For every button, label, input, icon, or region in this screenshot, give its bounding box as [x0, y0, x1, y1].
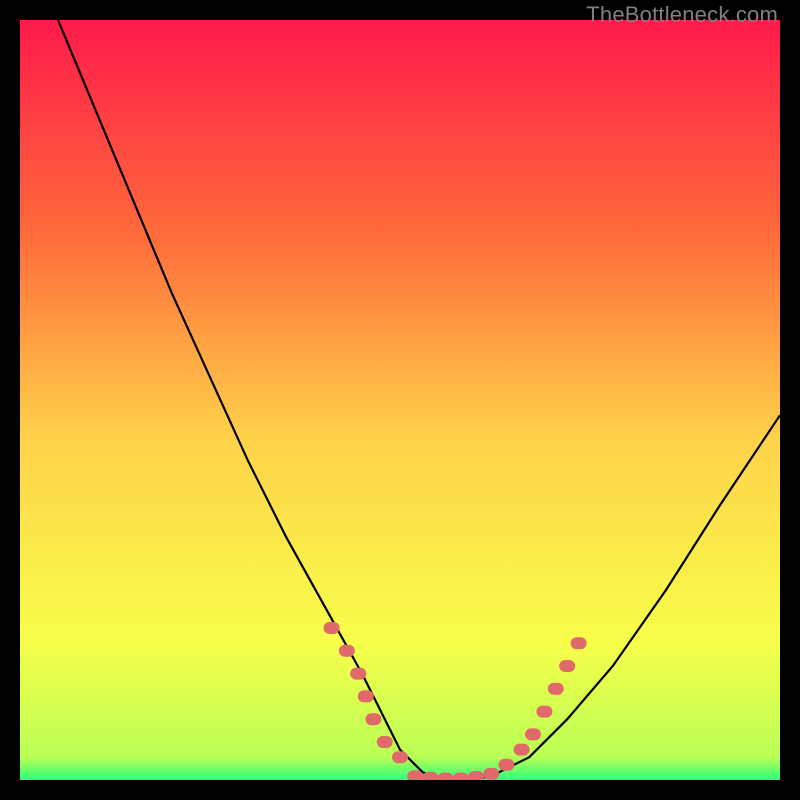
data-marker [468, 771, 484, 780]
data-marker [525, 728, 541, 740]
data-marker [483, 768, 499, 780]
data-marker [571, 637, 587, 649]
data-marker [422, 772, 438, 780]
data-marker [536, 706, 552, 718]
data-marker [548, 683, 564, 695]
data-marker [498, 759, 514, 771]
data-marker [407, 770, 423, 780]
data-marker [514, 744, 530, 756]
gradient-background [20, 20, 780, 780]
data-marker [350, 668, 366, 680]
chart-frame [20, 20, 780, 780]
data-marker [392, 751, 408, 763]
watermark-text: TheBottleneck.com [586, 2, 778, 28]
data-marker [358, 690, 374, 702]
data-marker [365, 713, 381, 725]
data-marker [324, 622, 340, 634]
data-marker [377, 736, 393, 748]
data-marker [339, 645, 355, 657]
chart-svg [20, 20, 780, 780]
data-marker [559, 660, 575, 672]
